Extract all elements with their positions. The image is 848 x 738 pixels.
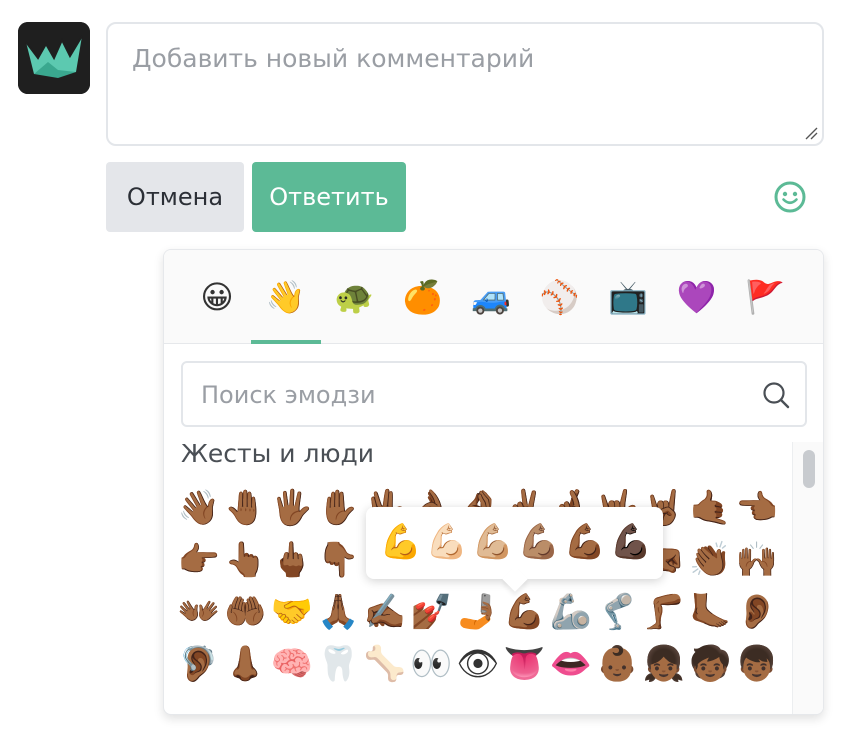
- emoji-item[interactable]: 💅🏾: [409, 589, 455, 635]
- emoji-item[interactable]: 👀: [409, 641, 455, 687]
- emoji-item[interactable]: 🦶🏾: [688, 589, 734, 635]
- scrollbar-thumb[interactable]: [803, 450, 815, 488]
- travel-tab[interactable]: 🚙: [456, 272, 526, 322]
- emoji-picker-toggle-icon[interactable]: [773, 180, 807, 214]
- emoji-item[interactable]: 👆🏾: [223, 537, 269, 583]
- emoji-item[interactable]: 👧🏾: [641, 641, 687, 687]
- emoji-item[interactable]: 👂🏾: [734, 589, 780, 635]
- emoji-item[interactable]: 🦵🏾: [641, 589, 687, 635]
- emoji-item[interactable]: 👈🏾: [734, 485, 780, 531]
- smileys-tab[interactable]: 😀: [182, 272, 252, 322]
- emoji-item[interactable]: 👃🏾: [223, 641, 269, 687]
- skin-tone-option[interactable]: 💪: [378, 519, 424, 565]
- crown-logo-icon: [18, 22, 90, 94]
- emoji-category-tabs: 😀 👋 🐢 🍊 🚙 ⚾ 📺 💜 🚩: [164, 250, 823, 344]
- cancel-button[interactable]: Отмена: [106, 162, 244, 232]
- user-avatar: [18, 22, 90, 94]
- emoji-item[interactable]: 🧒🏾: [688, 641, 734, 687]
- emoji-search-input[interactable]: Поиск эмодзи: [181, 361, 807, 427]
- nature-tab[interactable]: 🐢: [319, 272, 389, 322]
- activities-tab[interactable]: ⚾: [525, 272, 595, 322]
- emoji-item[interactable]: 🙏🏾: [316, 589, 362, 635]
- emoji-item[interactable]: 🤚🏾: [223, 485, 269, 531]
- emoji-item[interactable]: 🧠: [269, 641, 315, 687]
- emoji-item[interactable]: 👐🏾: [176, 589, 222, 635]
- emoji-picker: 😀 👋 🐢 🍊 🚙 ⚾ 📺 💜 🚩 Поиск эмодзи Жесты и люди 👋🏾 🤚🏾…: [163, 249, 824, 715]
- emoji-item[interactable]: 👦🏾: [734, 641, 780, 687]
- emoji-item[interactable]: 👏🏾: [688, 537, 734, 583]
- skin-tone-popover: 💪 💪🏻 💪🏼 💪🏽 💪🏾 💪🏿: [366, 507, 663, 592]
- active-tab-indicator: [251, 340, 321, 344]
- emoji-item[interactable]: 🖕🏾: [269, 537, 315, 583]
- skin-tone-option[interactable]: 💪🏻: [424, 519, 470, 565]
- emoji-item[interactable]: 🖐🏾: [269, 485, 315, 531]
- skin-tone-option[interactable]: 💪🏾: [562, 519, 608, 565]
- emoji-item[interactable]: 🤳🏾: [455, 589, 501, 635]
- skin-tone-option[interactable]: 💪🏼: [470, 519, 516, 565]
- search-icon: [763, 382, 790, 409]
- reply-button[interactable]: Ответить: [252, 162, 406, 232]
- emoji-item[interactable]: 👁: [455, 641, 501, 687]
- skin-tone-option[interactable]: 💪🏽: [516, 519, 562, 565]
- resize-grip-icon[interactable]: [804, 126, 818, 140]
- emoji-item[interactable]: 👅: [502, 641, 548, 687]
- search-placeholder: Поиск эмодзи: [201, 381, 376, 409]
- food-tab[interactable]: 🍊: [388, 272, 458, 322]
- emoji-item[interactable]: 🦷: [316, 641, 362, 687]
- emoji-item[interactable]: ✋🏾: [316, 485, 362, 531]
- symbols-tab[interactable]: 💜: [662, 272, 732, 322]
- emoji-item[interactable]: 👋🏾: [176, 485, 222, 531]
- emoji-item[interactable]: 🤝: [269, 589, 315, 635]
- emoji-item[interactable]: 🤲🏾: [223, 589, 269, 635]
- emoji-item[interactable]: 🦿: [595, 589, 641, 635]
- skin-tone-option[interactable]: 💪🏿: [608, 519, 654, 565]
- comment-textarea[interactable]: Добавить новый комментарий: [106, 22, 824, 146]
- emoji-item[interactable]: 🤙🏾: [688, 485, 734, 531]
- emoji-item[interactable]: 🦻🏾: [176, 641, 222, 687]
- comment-placeholder: Добавить новый комментарий: [132, 44, 535, 73]
- emoji-item[interactable]: ✍🏾: [362, 589, 408, 635]
- emoji-item[interactable]: 👶🏾: [595, 641, 641, 687]
- emoji-item[interactable]: 🙌🏾: [734, 537, 780, 583]
- emoji-item[interactable]: 👇🏾: [316, 537, 362, 583]
- emoji-item[interactable]: 💪🏾: [502, 589, 548, 635]
- emoji-item[interactable]: 👉🏾: [176, 537, 222, 583]
- scrollbar-track[interactable]: [792, 442, 823, 714]
- category-title: Жесты и люди: [181, 439, 375, 468]
- emoji-item[interactable]: 👄: [548, 641, 594, 687]
- emoji-item[interactable]: 🦴: [362, 641, 408, 687]
- objects-tab[interactable]: 📺: [593, 272, 663, 322]
- people-tab[interactable]: 👋: [251, 272, 321, 322]
- emoji-item[interactable]: 🦾: [548, 589, 594, 635]
- flags-tab[interactable]: 🚩: [730, 272, 800, 322]
